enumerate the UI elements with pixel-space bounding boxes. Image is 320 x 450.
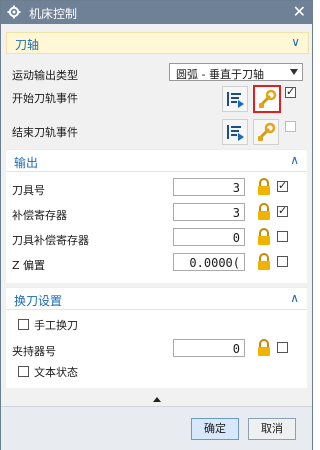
- comp-register-checkbox[interactable]: [277, 204, 288, 217]
- close-icon[interactable]: ✕: [293, 3, 306, 21]
- end-event-edit-button[interactable]: [253, 119, 279, 145]
- holder-checkbox[interactable]: [277, 342, 288, 353]
- ok-button[interactable]: 确定: [191, 418, 239, 440]
- tool-number-checkbox[interactable]: [277, 179, 288, 192]
- chevron-up-icon[interactable]: ∧: [290, 291, 299, 305]
- input-value: 0: [232, 231, 240, 245]
- output-row-label: Z 偏置: [12, 259, 46, 272]
- gear-icon: [7, 5, 21, 19]
- titlebar: 机床控制 ✕: [1, 1, 312, 24]
- machine-control-dialog: 机床控制 ✕ 刀轴 ∨ 运动输出类型 圆弧 - 垂直于刀轴 开始刀轨事件 结束刀…: [0, 0, 313, 450]
- section-tool-axis-header[interactable]: 刀轴 ∨: [6, 32, 309, 54]
- tool-number-input[interactable]: 3: [173, 178, 245, 196]
- start-event-list-button[interactable]: [222, 86, 248, 112]
- z-offset-checkbox[interactable]: [277, 256, 288, 267]
- input-value: 3: [232, 181, 240, 195]
- section-title: 刀轴: [15, 38, 40, 52]
- collapse-icon[interactable]: [153, 397, 161, 402]
- start-event-label: 开始刀轨事件: [12, 92, 78, 105]
- event-list-icon: [227, 92, 244, 108]
- output-row-label: 补偿寄存器: [12, 209, 67, 222]
- motion-output-value: 圆弧 - 垂直于刀轴: [176, 68, 264, 81]
- cancel-button[interactable]: 取消: [248, 418, 296, 440]
- motion-output-label: 运动输出类型: [12, 69, 78, 82]
- lock-icon[interactable]: [256, 228, 272, 246]
- end-event-checkbox[interactable]: [285, 121, 296, 132]
- input-value: 0.0000(: [189, 256, 240, 270]
- end-event-label: 结束刀轨事件: [12, 126, 78, 139]
- event-list-icon: [227, 125, 244, 141]
- text-status-checkbox[interactable]: [18, 366, 29, 377]
- section-title: 换刀设置: [14, 294, 63, 308]
- output-row-label: 刀具补偿寄存器: [12, 234, 89, 247]
- end-event-list-button[interactable]: [222, 119, 248, 145]
- chevron-down-icon[interactable]: ∨: [291, 35, 300, 49]
- holder-number-input[interactable]: 0: [173, 339, 245, 357]
- input-value: 3: [232, 206, 240, 220]
- manual-change-label: 手工换刀: [34, 319, 78, 332]
- lock-icon[interactable]: [256, 203, 272, 221]
- lock-icon[interactable]: [256, 339, 272, 357]
- start-event-edit-button[interactable]: [253, 85, 281, 113]
- comp-register-input[interactable]: 3: [173, 203, 245, 221]
- output-row-label: 刀具号: [12, 184, 45, 197]
- section-tool-change-header[interactable]: 换刀设置 ∧: [6, 289, 307, 310]
- wrench-icon: [258, 122, 276, 141]
- chevron-up-icon[interactable]: ∧: [290, 153, 299, 167]
- holder-label: 夹持器号: [12, 345, 56, 358]
- wrench-icon: [259, 89, 277, 108]
- dropdown-arrow-icon: [290, 69, 298, 75]
- lock-icon[interactable]: [256, 253, 272, 271]
- window-title: 机床控制: [29, 7, 78, 21]
- tool-comp-register-input[interactable]: 0: [173, 228, 245, 246]
- lock-icon[interactable]: [256, 178, 272, 196]
- input-value: 0: [232, 342, 240, 356]
- z-offset-input[interactable]: 0.0000(: [173, 253, 245, 271]
- text-status-label: 文本状态: [34, 366, 78, 379]
- dialog-footer: 确定 取消: [1, 406, 312, 450]
- start-event-checkbox[interactable]: [285, 85, 296, 98]
- section-output-header[interactable]: 输出 ∧: [6, 151, 307, 172]
- section-title: 输出: [14, 156, 39, 170]
- manual-change-checkbox[interactable]: [18, 319, 29, 330]
- tool-comp-register-checkbox[interactable]: [277, 231, 288, 242]
- motion-output-select[interactable]: 圆弧 - 垂直于刀轴: [169, 63, 303, 81]
